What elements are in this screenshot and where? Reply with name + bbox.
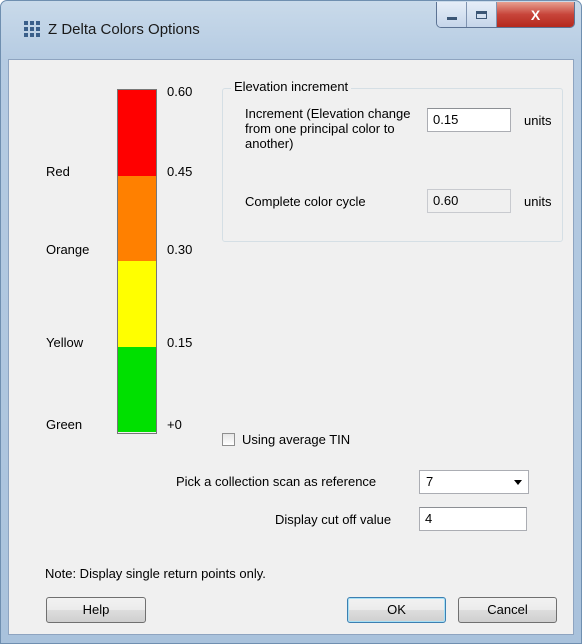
ok-button[interactable]: OK bbox=[347, 597, 446, 623]
reference-value: 7 bbox=[426, 474, 434, 489]
window-title: Z Delta Colors Options bbox=[48, 21, 200, 38]
cycle-label: Complete color cycle bbox=[245, 194, 366, 209]
close-icon: X bbox=[530, 6, 541, 23]
cycle-units: units bbox=[524, 194, 552, 209]
tick-4: +0 bbox=[167, 417, 182, 432]
cutoff-label: Display cut off value bbox=[275, 512, 392, 527]
help-button[interactable]: Help bbox=[46, 597, 146, 623]
color-bar-frame bbox=[117, 89, 157, 434]
reference-select[interactable]: 7 bbox=[419, 470, 529, 494]
average-tin-label: Using average TIN bbox=[242, 432, 351, 447]
cancel-button[interactable]: Cancel bbox=[458, 597, 557, 623]
minimize-button[interactable] bbox=[437, 2, 467, 27]
window-controls: X bbox=[436, 2, 575, 28]
label-yellow: Yellow bbox=[46, 335, 84, 350]
tick-1: 0.45 bbox=[167, 164, 193, 179]
title-bar[interactable]: Z Delta Colors Options X bbox=[1, 1, 581, 59]
grid-icon bbox=[24, 21, 40, 37]
dialog-window: Z Delta Colors Options X Red Orange Yell… bbox=[0, 0, 582, 644]
label-red: Red bbox=[46, 164, 70, 179]
cycle-field: 0.60 bbox=[427, 189, 511, 213]
dialog-client: Red Orange Yellow Green 0.60 0.45 0.30 0… bbox=[8, 59, 574, 635]
note-text: Note: Display single return points only. bbox=[45, 566, 266, 581]
elevation-group-legend: Elevation increment bbox=[231, 79, 352, 94]
cutoff-input[interactable]: 4 bbox=[419, 507, 527, 531]
close-button[interactable]: X bbox=[497, 2, 574, 27]
average-tin-checkbox[interactable] bbox=[222, 433, 235, 446]
tick-0: 0.60 bbox=[167, 84, 193, 99]
label-orange: Orange bbox=[46, 242, 90, 257]
reference-label: Pick a collection scan as reference bbox=[176, 474, 377, 489]
minimize-icon bbox=[446, 16, 457, 20]
increment-units: units bbox=[524, 113, 552, 128]
chevron-down-icon[interactable] bbox=[514, 480, 522, 485]
maximize-icon bbox=[476, 10, 487, 19]
tick-3: 0.15 bbox=[167, 335, 193, 350]
increment-label: Increment (Elevation change from one pri… bbox=[245, 106, 411, 151]
increment-input[interactable]: 0.15 bbox=[427, 108, 511, 132]
maximize-button[interactable] bbox=[467, 2, 497, 27]
tick-2: 0.30 bbox=[167, 242, 193, 257]
label-green: Green bbox=[46, 417, 83, 432]
